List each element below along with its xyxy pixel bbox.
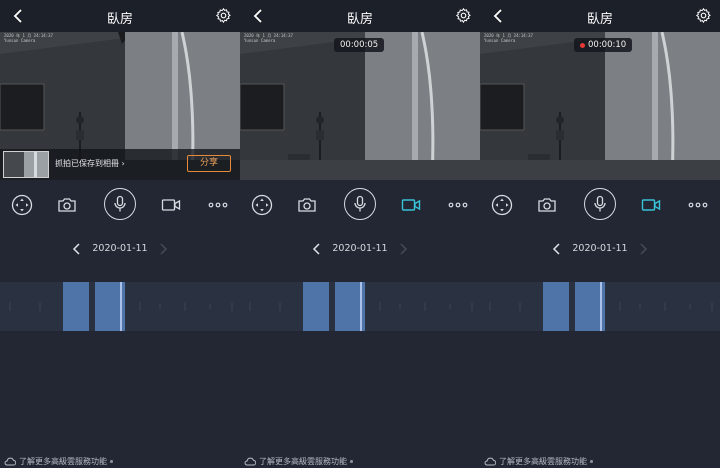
chevron-right-icon[interactable] [158,243,168,255]
cloud-icon [4,457,16,466]
direction-pad-icon [251,194,273,216]
phone-screens: 臥房 2020 年 1 月 24:14:37 Yunsun Camera 抓拍已… [0,0,720,468]
camera-name: Yunsun Camera [244,38,276,43]
page-title: 臥房 [346,12,373,27]
more-button[interactable] [687,194,709,216]
cloud-service-text: 了解更多高級雲服務功能 [499,457,587,466]
camera-video[interactable]: 2020 年 1 月 24:14:37 Yunsun Camera 00:00:… [480,32,720,180]
cloud-service-text: 了解更多高級雲服務功能 [19,457,107,466]
direction-pad-icon [491,194,513,216]
talk-button[interactable] [344,188,376,220]
microphone-icon [594,195,606,212]
direction-pad-button[interactable] [251,194,273,216]
timeline-segment[interactable] [303,282,329,331]
camera-overlay-text: 2020 年 1 月 24:14:37 Yunsun Camera [244,33,293,43]
control-bar [480,180,720,230]
recording-dot-icon [580,42,585,48]
screen-recording-live: 臥房 2020 年 1 月 24:14:37 Yunsun Camera 00:… [480,0,720,468]
cloud-service-link[interactable]: 了解更多高級雲服務功能 [484,455,593,468]
date-navigator: 2020-01-11 [480,238,720,260]
control-bar [240,180,480,230]
microphone-icon [114,195,126,212]
snapshot-thumbnail[interactable] [3,151,49,178]
share-button[interactable]: 分享 [187,155,231,172]
cloud-icon [484,457,496,466]
direction-pad-icon [11,194,33,216]
snapshot-message-text: 抓拍已保存到相冊 [55,159,119,168]
cloud-service-link[interactable]: 了解更多高級雲服務功能 [4,455,113,468]
snapshot-message[interactable]: 抓拍已保存到相冊 › [55,158,125,169]
chevron-right-icon[interactable] [638,243,648,255]
gear-icon[interactable] [455,7,472,24]
more-icon [208,202,228,208]
indicator-dot [110,460,113,463]
more-button[interactable] [447,194,469,216]
record-button[interactable] [160,194,182,216]
recording-timeline[interactable] [0,282,240,331]
gear-icon[interactable] [215,7,232,24]
date-navigator: 2020-01-11 [240,238,480,260]
talk-button[interactable] [104,188,136,220]
camera-overlay-text: 2020 年 1 月 24:14:37 Yunsun Camera [484,33,533,43]
top-bar: 臥房 [480,0,720,32]
gear-icon[interactable] [695,7,712,24]
current-date: 2020-01-11 [92,243,148,254]
cloud-service-link[interactable]: 了解更多高級雲服務功能 [244,455,353,468]
snapshot-toast: 抓拍已保存到相冊 › 分享 [0,149,240,180]
camera-icon [58,198,76,212]
video-record-icon [401,199,421,211]
camera-name: Yunsun Camera [484,38,516,43]
timeline-segment[interactable] [543,282,569,331]
timeline-segment[interactable] [63,282,89,331]
timeline-track [489,282,713,331]
camera-video[interactable]: 2020 年 1 月 24:14:37 Yunsun Camera 抓拍已保存到… [0,32,240,180]
video-record-icon [641,199,661,211]
snapshot-button[interactable] [56,194,78,216]
more-button[interactable] [207,194,229,216]
record-button-active[interactable] [400,194,422,216]
current-date: 2020-01-11 [332,243,388,254]
page-title: 臥房 [586,12,613,27]
snapshot-button[interactable] [536,194,558,216]
snapshot-button[interactable] [296,194,318,216]
more-icon [448,202,468,208]
control-bar [0,180,240,230]
recording-timer: 00:00:10 [574,38,633,52]
recording-timer: 00:00:05 [334,38,385,52]
talk-button[interactable] [584,188,616,220]
room-scene [240,32,480,180]
top-bar: 臥房 [240,0,480,32]
video-record-icon [161,199,181,211]
record-button-active[interactable] [640,194,662,216]
date-navigator: 2020-01-11 [0,238,240,260]
camera-video[interactable]: 2020 年 1 月 24:14:37 Yunsun Camera 00:00:… [240,32,480,180]
direction-pad-button[interactable] [11,194,33,216]
timeline-track [9,282,233,331]
recording-timer-text: 00:00:10 [588,40,627,50]
current-date: 2020-01-11 [572,243,628,254]
chevron-right-icon[interactable] [398,243,408,255]
direction-pad-button[interactable] [491,194,513,216]
recording-timer-text: 00:00:05 [340,40,379,50]
room-scene [480,32,720,180]
indicator-dot [590,460,593,463]
camera-overlay-text: 2020 年 1 月 24:14:37 Yunsun Camera [4,33,53,43]
page-title: 臥房 [106,12,133,27]
indicator-dot [350,460,353,463]
timeline-track [249,282,473,331]
screen-snapshot: 臥房 2020 年 1 月 24:14:37 Yunsun Camera 抓拍已… [0,0,240,468]
camera-icon [298,198,316,212]
top-bar: 臥房 [0,0,240,32]
camera-name: Yunsun Camera [4,38,36,43]
more-icon [688,202,708,208]
recording-timeline[interactable] [480,282,720,331]
microphone-icon [354,195,366,212]
camera-icon [538,198,556,212]
recording-timeline[interactable] [240,282,480,331]
screen-recording: 臥房 2020 年 1 月 24:14:37 Yunsun Camera 00:… [240,0,480,468]
cloud-service-text: 了解更多高級雲服務功能 [259,457,347,466]
cloud-icon [244,457,256,466]
